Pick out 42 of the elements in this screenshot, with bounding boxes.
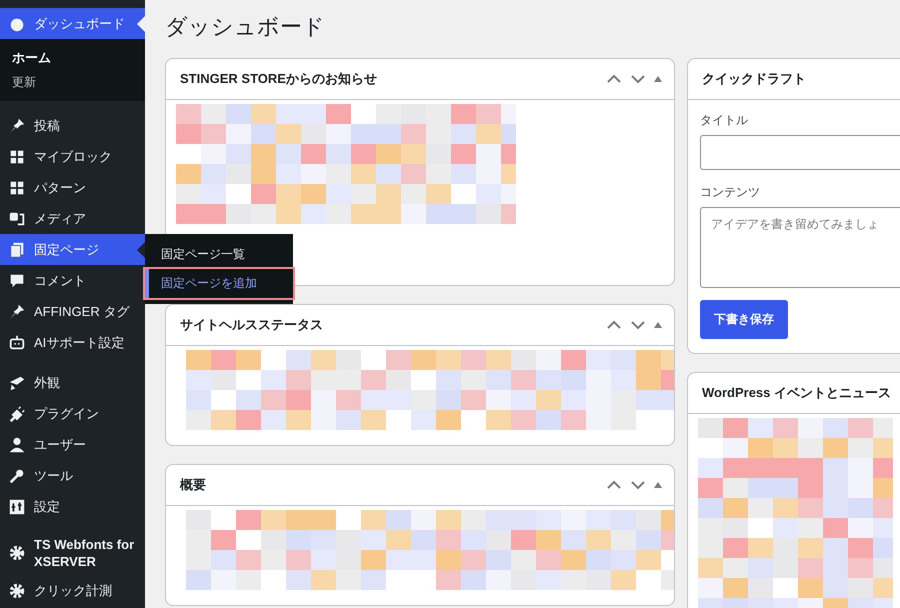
flyout-item[interactable]: 固定ページを追加 (145, 269, 293, 298)
sidebar-item[interactable]: クリック計測 (0, 575, 145, 606)
sidebar-item[interactable]: パターン (0, 172, 145, 203)
sidebar-item[interactable]: 外観 (0, 367, 145, 398)
submenu-item[interactable]: 更新 (0, 70, 145, 95)
submenu-item[interactable]: ホーム (0, 45, 145, 70)
media-icon (8, 210, 26, 228)
wrench-icon (8, 466, 26, 484)
sidebar-item[interactable]: TS Webfonts for XSERVER (0, 531, 145, 575)
sidebar-item[interactable]: AIサポート設定 (0, 327, 145, 358)
widget-title: クイックドラフト (702, 70, 807, 88)
robot-icon (8, 334, 26, 352)
sidebar-item[interactable]: ダッシュボード (0, 8, 145, 39)
widget-title: STINGER STOREからのお知らせ (180, 70, 378, 88)
widget-title: サイトヘルスステータス (180, 316, 324, 334)
grid-icon (8, 178, 26, 196)
sidebar-item[interactable]: 投稿 (0, 110, 145, 141)
field-label: コンテンツ (700, 184, 761, 201)
plug-icon (8, 404, 26, 422)
sidebar-item[interactable]: プラグイン (0, 398, 145, 429)
sliders-icon (8, 498, 26, 516)
widget-title: 概要 (180, 476, 207, 494)
widget-title: WordPress イベントとニュース (702, 384, 892, 402)
sidebar-item[interactable]: 設定 (0, 491, 145, 522)
pages-icon (8, 240, 26, 258)
page-title: ダッシュボード (165, 13, 326, 41)
field-label: タイトル (700, 112, 749, 129)
speech-bubble-icon (8, 272, 26, 290)
sidebar-item[interactable]: AFFINGER タグ (0, 296, 145, 327)
sidebar-item[interactable]: ユーザー (0, 429, 145, 460)
sidebar-item[interactable]: コメント (0, 265, 145, 296)
sidebar-item[interactable]: マイブロック (0, 141, 145, 172)
content-text-area[interactable]: アイデアを書き留めてみましょ (700, 207, 900, 288)
gear-icon (8, 544, 26, 562)
grid-icon (8, 148, 26, 166)
user-icon (8, 436, 26, 454)
title-input-field[interactable] (700, 135, 900, 170)
sidebar-item[interactable]: メディア (0, 203, 145, 234)
save-draft-button[interactable]: 下書き保存 (700, 300, 788, 339)
sidebar-item[interactable]: ツール (0, 460, 145, 491)
gear-icon (8, 582, 26, 600)
flyout-item[interactable]: 固定ページ一覧 (145, 240, 293, 269)
